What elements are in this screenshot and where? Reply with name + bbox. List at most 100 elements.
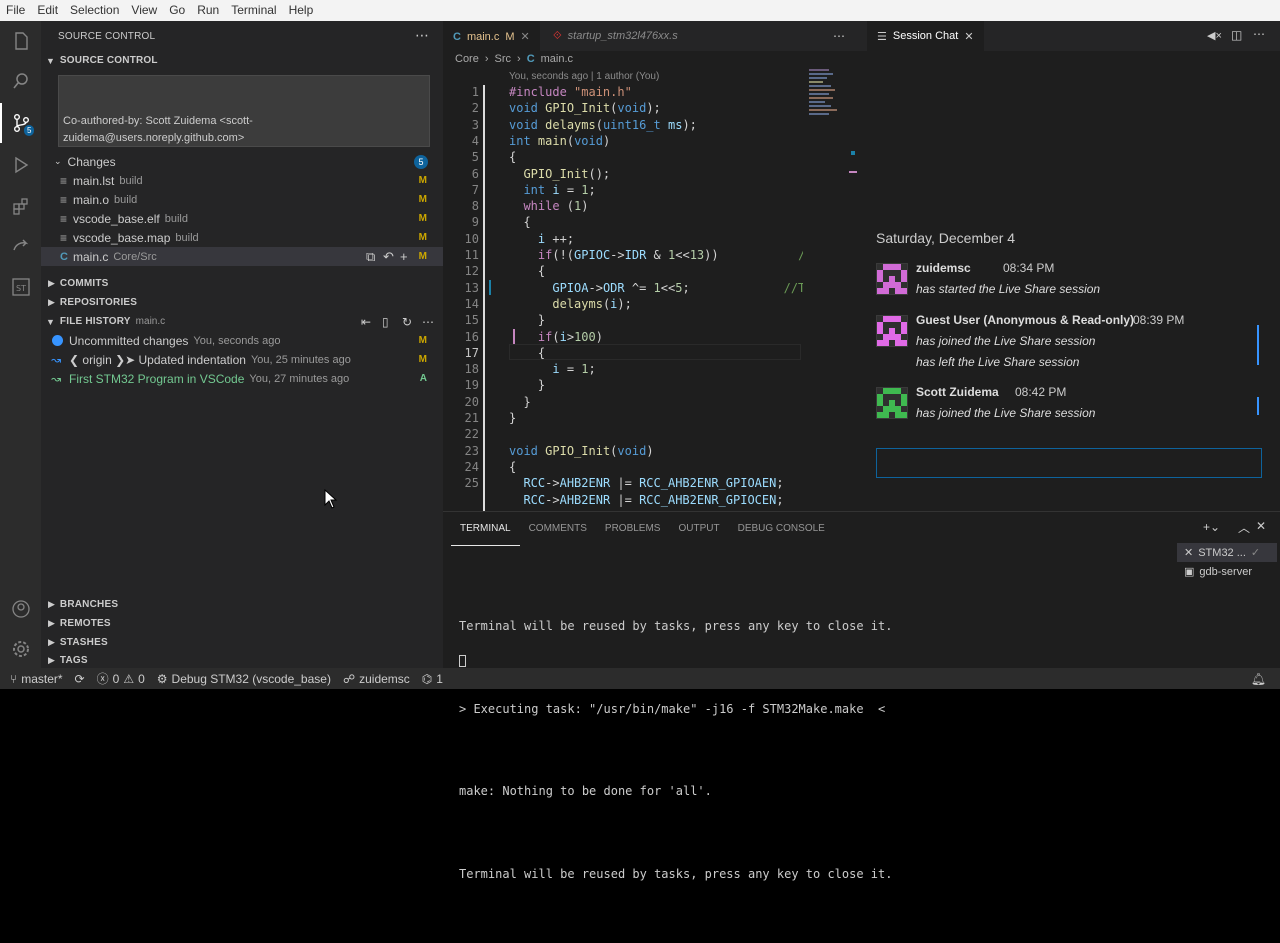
menu-terminal[interactable]: Terminal bbox=[225, 0, 282, 21]
chevron-right-icon: ▶ bbox=[48, 599, 55, 609]
close-icon[interactable]: ✕ bbox=[521, 30, 530, 43]
c-file-icon: C bbox=[60, 250, 68, 263]
tab-terminal[interactable]: TERMINAL bbox=[451, 512, 520, 546]
menu-file[interactable]: File bbox=[0, 0, 31, 21]
changed-file-item[interactable]: ≡ main.lst build M bbox=[41, 171, 443, 190]
minimap[interactable] bbox=[809, 67, 845, 147]
menu-selection[interactable]: Selection bbox=[64, 0, 125, 21]
tab-debug-console[interactable]: DEBUG CONSOLE bbox=[729, 512, 834, 546]
tab-main-c[interactable]: C main.c M ✕ bbox=[443, 21, 540, 51]
breadcrumb-file[interactable]: main.c bbox=[541, 53, 573, 65]
line-number: 1 bbox=[471, 85, 479, 99]
maximize-panel-icon[interactable]: ︿ bbox=[1238, 519, 1250, 536]
history-item[interactable]: Uncommitted changes You, seconds ago M bbox=[41, 331, 443, 350]
notifications-bell-icon[interactable]: 🔔︎ bbox=[1251, 672, 1266, 686]
menu-help[interactable]: Help bbox=[283, 0, 320, 21]
code-line: { bbox=[509, 459, 517, 474]
commits-section-header[interactable]: ▶ COMMITS bbox=[41, 274, 443, 293]
remotes-section-header[interactable]: ▶ REMOTES bbox=[41, 614, 443, 633]
tab-comments[interactable]: COMMENTS bbox=[520, 512, 596, 546]
source-control-icon[interactable]: 5 bbox=[0, 103, 41, 143]
more-actions-icon[interactable]: ⋯ bbox=[415, 27, 429, 44]
stashes-section-header[interactable]: ▶ STASHES bbox=[41, 633, 443, 652]
close-panel-icon[interactable]: ✕ bbox=[1256, 519, 1266, 533]
extensions-icon[interactable] bbox=[0, 186, 41, 226]
changed-file-item[interactable]: ≡ vscode_base.elf build M bbox=[41, 209, 443, 228]
branch-indicator[interactable]: ⑂ master* bbox=[0, 672, 69, 686]
history-item[interactable]: ↝ ❮ origin ❯➤ Updated indentation You, 25 … bbox=[41, 350, 443, 369]
changed-file-item[interactable]: Cmain.c Core/Src ⧉ ↶ + M bbox=[41, 247, 443, 266]
stage-icon[interactable]: + bbox=[400, 249, 408, 264]
live-share-icon: ☍ bbox=[342, 671, 356, 686]
open-file-icon[interactable]: ⧉ bbox=[366, 249, 375, 265]
commit-message-text: Co-authored-by: Scott Zuidema <scott-zui… bbox=[63, 115, 253, 144]
tab-output[interactable]: OUTPUT bbox=[669, 512, 728, 546]
panel-tabs: TERMINAL COMMENTS PROBLEMS OUTPUT DEBUG … bbox=[451, 512, 834, 546]
run-debug-icon[interactable] bbox=[0, 145, 41, 185]
line-number: 20 bbox=[464, 394, 479, 409]
pin-icon[interactable]: ⇤ bbox=[361, 315, 371, 329]
explorer-icon[interactable] bbox=[0, 21, 41, 61]
code-line: while (1) bbox=[523, 199, 589, 214]
discard-icon[interactable]: ↶ bbox=[383, 249, 394, 265]
terminal-output[interactable]: Terminal will be reused by tasks, press … bbox=[459, 558, 892, 943]
breadcrumb-core[interactable]: Core bbox=[455, 53, 479, 65]
terminal-list-item-stm32[interactable]: ✕ STM32 ... ✓ bbox=[1177, 543, 1277, 562]
scrollbar-cursor-marker bbox=[849, 171, 857, 173]
file-history-section-header[interactable]: ▼ FILE HISTORY main.c ⇤ ▯ ↻ ⋯ bbox=[41, 312, 443, 331]
blame-codelens[interactable]: You, seconds ago | 1 author (You) bbox=[509, 71, 659, 82]
debug-config[interactable]: ⚙ Debug STM32 (vscode_base) bbox=[151, 672, 337, 686]
sync-icon[interactable]: ⟳ bbox=[69, 672, 91, 686]
close-icon[interactable]: ✕ bbox=[964, 30, 973, 43]
account-icon[interactable] bbox=[0, 589, 41, 629]
commit-message-input[interactable]: Co-authored-by: Scott Zuidema <scott-zui… bbox=[58, 75, 430, 147]
line-number: 12 bbox=[464, 264, 479, 279]
open-file-icon[interactable]: ▯ bbox=[382, 315, 389, 329]
menu-edit[interactable]: Edit bbox=[31, 0, 64, 21]
more-actions-icon[interactable]: ⋯ bbox=[833, 29, 845, 43]
terminal-icon: ▣ bbox=[1184, 566, 1195, 578]
git-commit-icon: ↝ bbox=[51, 352, 62, 367]
file-lines-icon: ≡ bbox=[60, 230, 68, 245]
menu-view[interactable]: View bbox=[125, 0, 163, 21]
stm32-icon[interactable]: ST bbox=[0, 267, 41, 307]
code-area[interactable]: 1 2 3 4 5 6 7 8 9 10 11 12 13 14 15 16 17 18 19 20 21 22 23 24 2… bbox=[443, 85, 803, 511]
live-share-icon[interactable] bbox=[0, 226, 41, 266]
file-lines-icon: ≡ bbox=[60, 192, 68, 207]
changed-file-item[interactable]: ≡ main.o build M bbox=[41, 190, 443, 209]
refresh-icon[interactable]: ↻ bbox=[402, 315, 412, 329]
more-actions-icon[interactable]: ⋯ bbox=[1253, 27, 1265, 41]
tab-problems[interactable]: PROBLEMS bbox=[596, 512, 670, 546]
participants-count[interactable]: ⌬ 1 bbox=[416, 672, 449, 686]
search-icon[interactable] bbox=[0, 61, 41, 101]
terminal-list-item-gdb[interactable]: ▣ gdb-server bbox=[1177, 562, 1277, 581]
source-control-section-header[interactable]: ▼ SOURCE CONTROL bbox=[41, 51, 443, 70]
tab-session-chat[interactable]: ☰ Session Chat ✕ bbox=[867, 21, 984, 51]
changed-file-item[interactable]: ≡ vscode_base.map build M bbox=[41, 228, 443, 247]
code-line: } bbox=[509, 394, 531, 409]
split-editor-icon[interactable]: ◫ bbox=[1231, 28, 1242, 42]
mute-icon[interactable]: ◀× bbox=[1207, 29, 1222, 42]
menu-go[interactable]: Go bbox=[163, 0, 191, 21]
more-actions-icon[interactable]: ⋯ bbox=[422, 315, 434, 329]
branches-section-header[interactable]: ▶ BRANCHES bbox=[41, 595, 443, 614]
repositories-section-header[interactable]: ▶ REPOSITORIES bbox=[41, 293, 443, 312]
terminal-line: > Executing task: "/usr/bin/make" -j16 -… bbox=[459, 701, 886, 716]
check-icon: ✓ bbox=[1250, 547, 1261, 559]
settings-gear-icon[interactable] bbox=[0, 629, 41, 669]
breadcrumb-src[interactable]: Src bbox=[495, 53, 512, 65]
code-line: int main(void) bbox=[509, 133, 611, 148]
code-line: void GPIO_Init(void) bbox=[509, 443, 654, 458]
history-item[interactable]: ↝ First STM32 Program in VSCode You, 27 mi… bbox=[41, 369, 443, 388]
code-line: { bbox=[509, 215, 531, 230]
chat-message-text: has started the Live Share session bbox=[916, 282, 1101, 296]
menu-run[interactable]: Run bbox=[191, 0, 225, 21]
live-share-status[interactable]: ☍ zuidemsc bbox=[337, 672, 416, 686]
changes-group[interactable]: ⌄ Changes 5 bbox=[41, 152, 443, 171]
new-terminal-icon[interactable]: +⌄ bbox=[1203, 520, 1220, 534]
chat-message-input[interactable] bbox=[876, 448, 1262, 478]
problems-indicator[interactable]: ⓧ 0 ⚠ 0 bbox=[91, 670, 151, 687]
code-line: { bbox=[509, 264, 546, 279]
file-status-badge: M bbox=[418, 213, 427, 224]
tab-startup[interactable]: ⟐ startup_stm32l476xx.s bbox=[543, 21, 688, 51]
